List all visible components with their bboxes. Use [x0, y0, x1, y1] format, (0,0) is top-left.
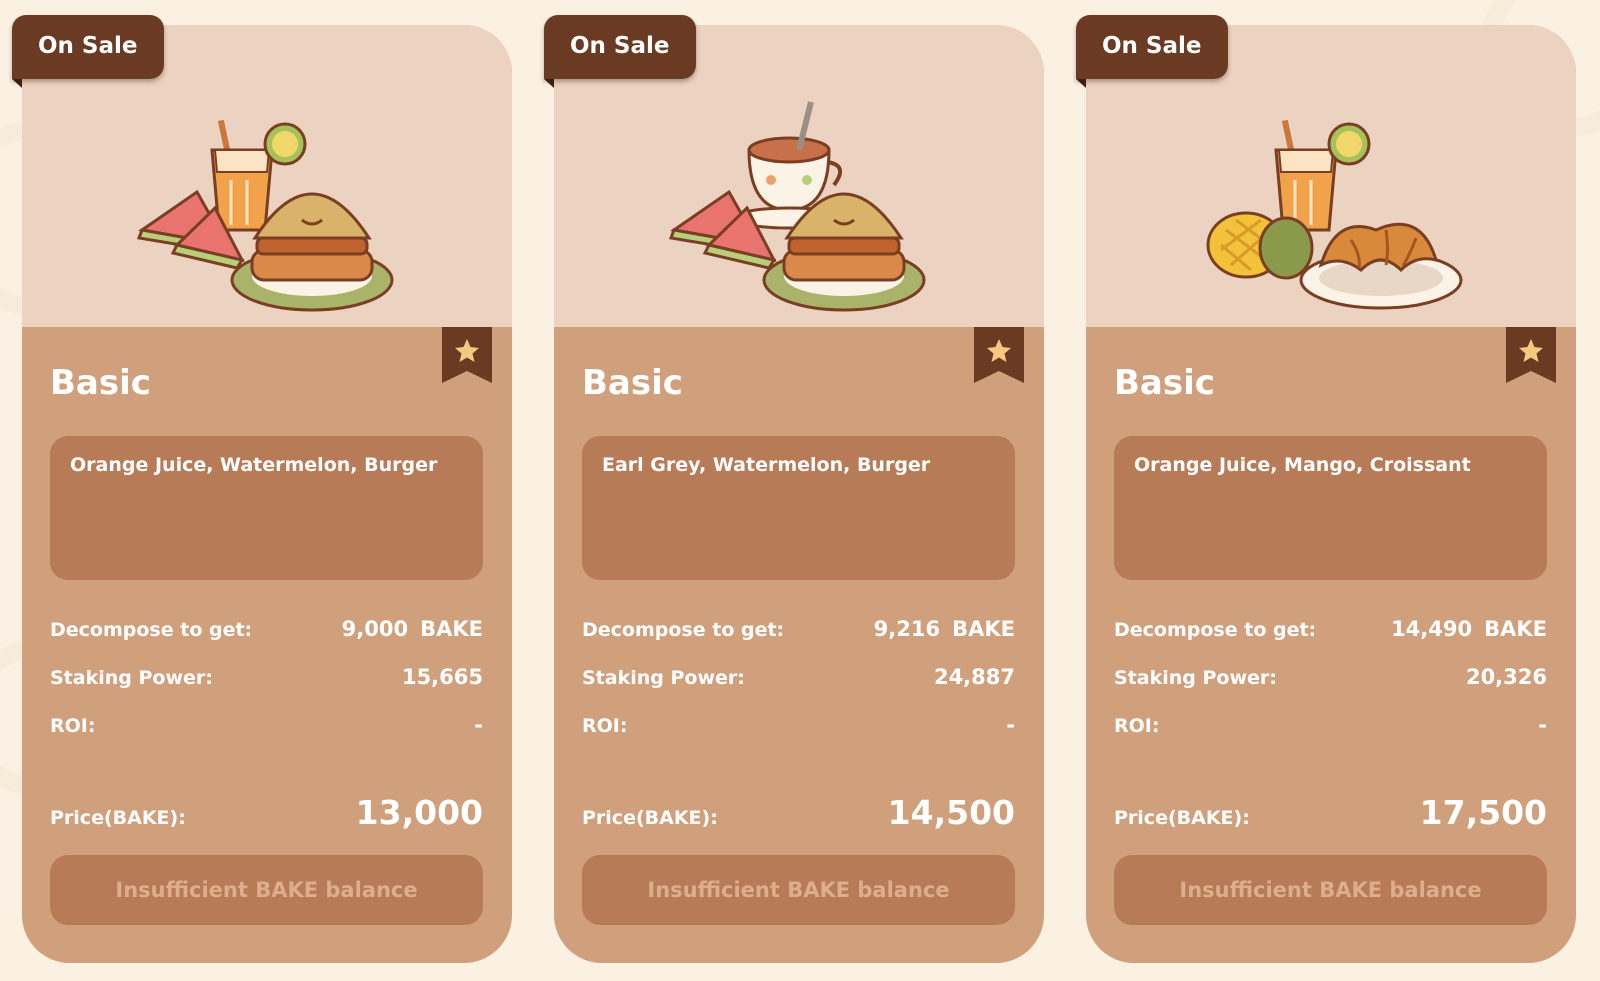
bookmark-icon[interactable] — [1506, 327, 1556, 383]
decompose-row: Decompose to get: 9,000 BAKE — [50, 617, 483, 641]
card-tier-title: Basic — [1114, 363, 1215, 403]
card-items-description: Orange Juice, Watermelon, Burger — [50, 436, 483, 580]
card-items-description: Earl Grey, Watermelon, Burger — [582, 436, 1015, 580]
decompose-label: Decompose to get: — [582, 619, 785, 641]
staking-power-label: Staking Power: — [50, 667, 213, 689]
decompose-token: BAKE — [1484, 617, 1547, 641]
decompose-token: BAKE — [952, 617, 1015, 641]
decompose-value-group: 9,216 BAKE — [874, 617, 1015, 641]
staking-power-row: Staking Power: 15,665 — [50, 665, 483, 689]
decompose-token: BAKE — [420, 617, 483, 641]
card-tier-title: Basic — [582, 363, 683, 403]
roi-row: ROI: - — [50, 713, 483, 737]
insufficient-balance-button[interactable]: Insufficient BAKE balance — [50, 855, 483, 925]
roi-value: - — [474, 713, 483, 737]
decompose-value: 14,490 — [1391, 617, 1473, 641]
card-tier-title: Basic — [50, 363, 151, 403]
mango-icon — [1206, 211, 1314, 280]
roi-label: ROI: — [50, 715, 96, 737]
price-row: Price(BAKE): 14,500 — [582, 793, 1015, 832]
food-illustration — [668, 101, 926, 312]
staking-power-label: Staking Power: — [582, 667, 745, 689]
bookmark-icon[interactable] — [974, 327, 1024, 383]
decompose-label: Decompose to get: — [50, 619, 253, 641]
food-illustration — [136, 119, 394, 312]
price-label: Price(BAKE): — [582, 807, 718, 829]
decompose-value: 9,000 — [341, 617, 409, 641]
decompose-row: Decompose to get: 14,490 BAKE — [1114, 617, 1547, 641]
product-card[interactable]: On Sale — [544, 15, 1044, 963]
orange-juice-icon — [1274, 119, 1371, 232]
decompose-value: 9,216 — [873, 617, 941, 641]
decompose-value-group: 14,490 BAKE — [1391, 617, 1547, 641]
roi-value: - — [1538, 713, 1547, 737]
card-items-description: Orange Juice, Mango, Croissant — [1114, 436, 1547, 580]
staking-power-value: 20,326 — [1465, 665, 1547, 689]
price-row: Price(BAKE): 13,000 — [50, 793, 483, 832]
on-sale-badge: On Sale — [1076, 15, 1228, 88]
product-card[interactable]: On Sale — [12, 15, 512, 963]
roi-label: ROI: — [582, 715, 628, 737]
staking-power-row: Staking Power: 24,887 — [582, 665, 1015, 689]
roi-value: - — [1006, 713, 1015, 737]
bookmark-icon[interactable] — [442, 327, 492, 383]
roi-row: ROI: - — [582, 713, 1015, 737]
price-value: 14,500 — [887, 793, 1015, 832]
price-row: Price(BAKE): 17,500 — [1114, 793, 1547, 832]
product-card-list: On Sale Basic Orange Juice, Watermelon, … — [12, 15, 1576, 963]
product-card[interactable]: On Sale — [1076, 15, 1576, 963]
roi-row: ROI: - — [1114, 713, 1547, 737]
on-sale-badge: On Sale — [544, 15, 696, 88]
staking-power-label: Staking Power: — [1114, 667, 1277, 689]
on-sale-badge: On Sale — [12, 15, 164, 88]
price-label: Price(BAKE): — [1114, 807, 1250, 829]
croissant-icon — [1299, 222, 1463, 310]
staking-power-row: Staking Power: 20,326 — [1114, 665, 1547, 689]
decompose-value-group: 9,000 BAKE — [342, 617, 483, 641]
roi-label: ROI: — [1114, 715, 1160, 737]
insufficient-balance-button[interactable]: Insufficient BAKE balance — [1114, 855, 1547, 925]
decompose-label: Decompose to get: — [1114, 619, 1317, 641]
price-value: 17,500 — [1419, 793, 1547, 832]
staking-power-value: 15,665 — [401, 665, 483, 689]
price-value: 13,000 — [355, 793, 483, 832]
food-illustration — [1206, 119, 1463, 310]
insufficient-balance-button[interactable]: Insufficient BAKE balance — [582, 855, 1015, 925]
price-label: Price(BAKE): — [50, 807, 186, 829]
watermelon-icon — [668, 189, 777, 270]
decompose-row: Decompose to get: 9,216 BAKE — [582, 617, 1015, 641]
staking-power-value: 24,887 — [933, 665, 1015, 689]
